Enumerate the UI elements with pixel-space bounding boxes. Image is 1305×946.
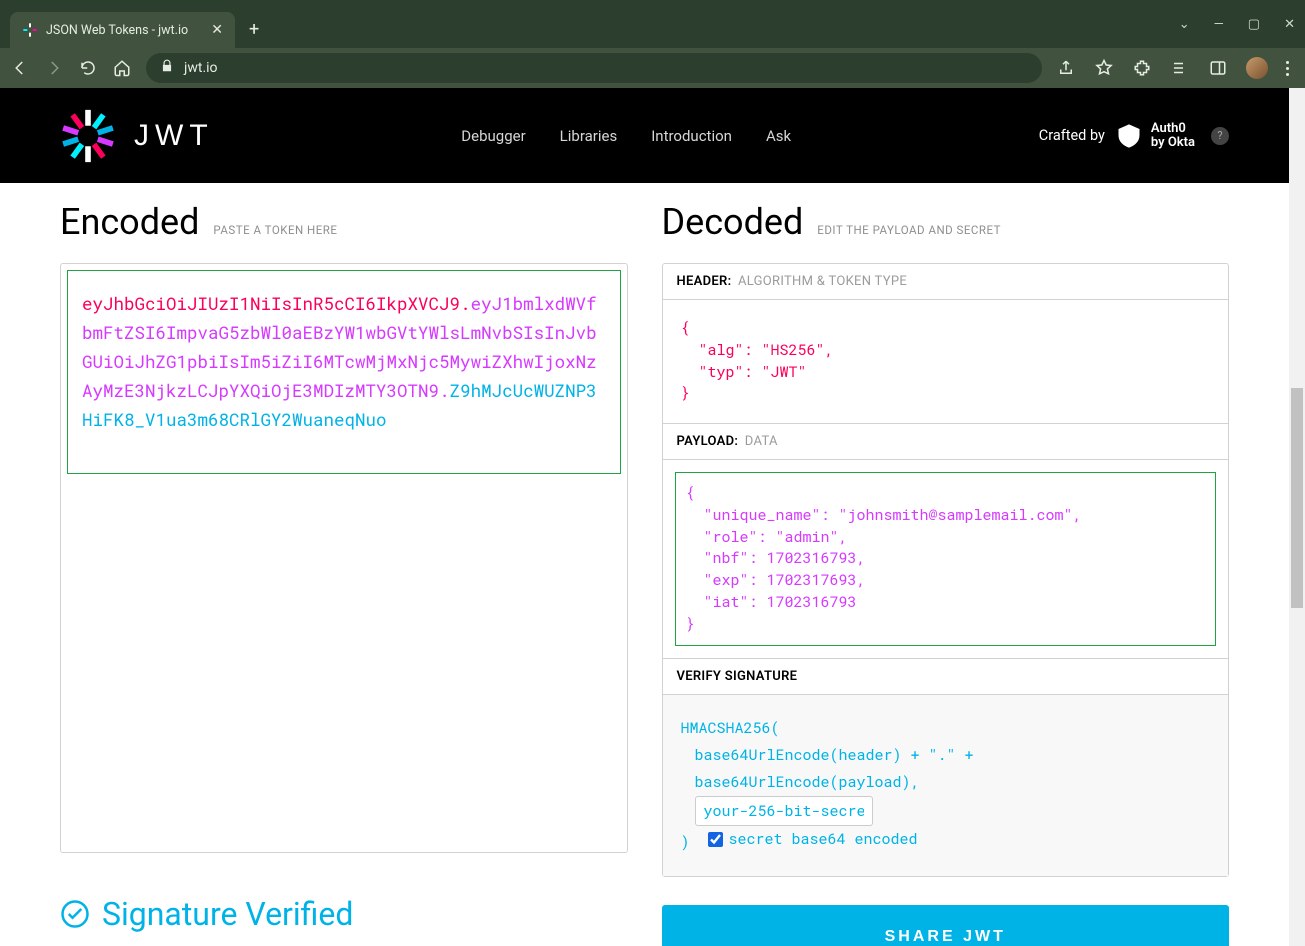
share-icon[interactable]	[1056, 59, 1076, 77]
crafted-by: Crafted by Auth0 by Okta ?	[1039, 122, 1229, 150]
brand-line2: by Okta	[1151, 136, 1195, 150]
secret-input[interactable]	[695, 796, 873, 826]
signature-section-body: HMACSHA256( base64UrlEncode(header) + ".…	[663, 695, 1229, 876]
tab-close-icon[interactable]: ✕	[211, 22, 223, 38]
encoded-box: eyJhbGciOiJIUzI1NiIsInR5cCI6IkpXVCJ9.eyJ…	[60, 263, 628, 853]
minimize-icon[interactable]: —	[1214, 17, 1224, 32]
header-section-body[interactable]: { "alg": "HS256", "typ": "JWT" }	[663, 300, 1229, 423]
payload-section-header: PAYLOAD: DATA	[663, 423, 1229, 460]
encoded-token-input[interactable]: eyJhbGciOiJIUzI1NiIsInR5cCI6IkpXVCJ9.eyJ…	[67, 270, 621, 474]
new-tab-button[interactable]: +	[235, 19, 273, 40]
encoded-subtitle: PASTE A TOKEN HERE	[213, 223, 337, 237]
browser-toolbar: jwt.io	[0, 48, 1305, 88]
scrollbar-thumb[interactable]	[1291, 388, 1303, 608]
decoded-title: Decoded	[662, 201, 804, 243]
encoded-column: Encoded PASTE A TOKEN HERE eyJhbGciOiJIU…	[60, 201, 628, 946]
browser-tab[interactable]: JSON Web Tokens - jwt.io ✕	[10, 12, 235, 48]
reload-button[interactable]	[78, 59, 98, 77]
sig-closing: )	[681, 832, 690, 852]
decoded-subtitle: EDIT THE PAYLOAD AND SECRET	[817, 223, 1001, 237]
signature-section-header: VERIFY SIGNATURE	[663, 658, 1229, 695]
signature-status-label: Signature Verified	[102, 895, 353, 933]
maximize-icon[interactable]: ▢	[1248, 17, 1260, 32]
nav-introduction[interactable]: Introduction	[651, 127, 732, 145]
profile-avatar[interactable]	[1246, 57, 1268, 79]
url-bar[interactable]: jwt.io	[146, 53, 1042, 83]
header-section-header: HEADER: ALGORITHM & TOKEN TYPE	[663, 264, 1229, 300]
page-content: JWT Debugger Libraries Introduction Ask …	[0, 88, 1289, 946]
decoded-column: Decoded EDIT THE PAYLOAD AND SECRET HEAD…	[662, 201, 1230, 946]
forward-button[interactable]	[44, 59, 64, 77]
browser-titlebar: JSON Web Tokens - jwt.io ✕ + ⌄ — ▢ ✕	[0, 0, 1305, 48]
sig-line3: base64UrlEncode(payload),	[681, 769, 1211, 796]
site-nav: Debugger Libraries Introduction Ask	[461, 127, 791, 145]
base64-checkbox-label[interactable]: secret base64 encoded	[708, 826, 918, 853]
url-text: jwt.io	[184, 60, 218, 76]
brand-logo[interactable]: Auth0 by Okta	[1115, 122, 1195, 150]
decoded-box: HEADER: ALGORITHM & TOKEN TYPE { "alg": …	[662, 263, 1230, 877]
sig-line2: base64UrlEncode(header) + "." +	[681, 742, 1211, 769]
chevron-down-icon[interactable]: ⌄	[1179, 17, 1190, 32]
close-window-icon[interactable]: ✕	[1284, 17, 1295, 32]
bookmark-star-icon[interactable]	[1094, 59, 1114, 77]
home-button[interactable]	[112, 59, 132, 77]
signature-status: Signature Verified	[60, 895, 628, 933]
back-button[interactable]	[10, 59, 30, 77]
share-jwt-button[interactable]: SHARE JWT	[662, 905, 1230, 946]
extensions-icon[interactable]	[1132, 59, 1152, 77]
brand-line1: Auth0	[1151, 122, 1195, 136]
auth0-shield-icon	[1115, 122, 1143, 150]
nav-ask[interactable]: Ask	[766, 127, 791, 145]
lock-icon	[160, 59, 174, 77]
reading-list-icon[interactable]	[1170, 59, 1190, 77]
tab-title: JSON Web Tokens - jwt.io	[46, 23, 203, 38]
window-controls: ⌄ — ▢ ✕	[1179, 0, 1295, 48]
payload-section-body[interactable]: { "unique_name": "johnsmith@samplemail.c…	[686, 483, 1206, 635]
sig-line1: HMACSHA256(	[681, 715, 1211, 742]
side-panel-icon[interactable]	[1208, 59, 1228, 77]
token-header-part: eyJhbGciOiJIUzI1NiIsInR5cCI6IkpXVCJ9	[82, 292, 460, 315]
jwt-logo-icon	[60, 108, 116, 164]
site-logo[interactable]: JWT	[60, 108, 214, 164]
check-circle-icon	[60, 899, 90, 929]
crafted-label: Crafted by	[1039, 127, 1105, 144]
kebab-menu-icon[interactable]	[1286, 61, 1289, 76]
tab-favicon	[22, 22, 38, 38]
base64-checkbox[interactable]	[708, 832, 723, 847]
site-header: JWT Debugger Libraries Introduction Ask …	[0, 88, 1289, 183]
nav-libraries[interactable]: Libraries	[560, 127, 618, 145]
help-icon[interactable]: ?	[1211, 127, 1229, 145]
encoded-title: Encoded	[60, 201, 199, 243]
nav-debugger[interactable]: Debugger	[461, 127, 525, 145]
page-scrollbar[interactable]	[1289, 88, 1305, 946]
logo-text: JWT	[134, 119, 214, 153]
